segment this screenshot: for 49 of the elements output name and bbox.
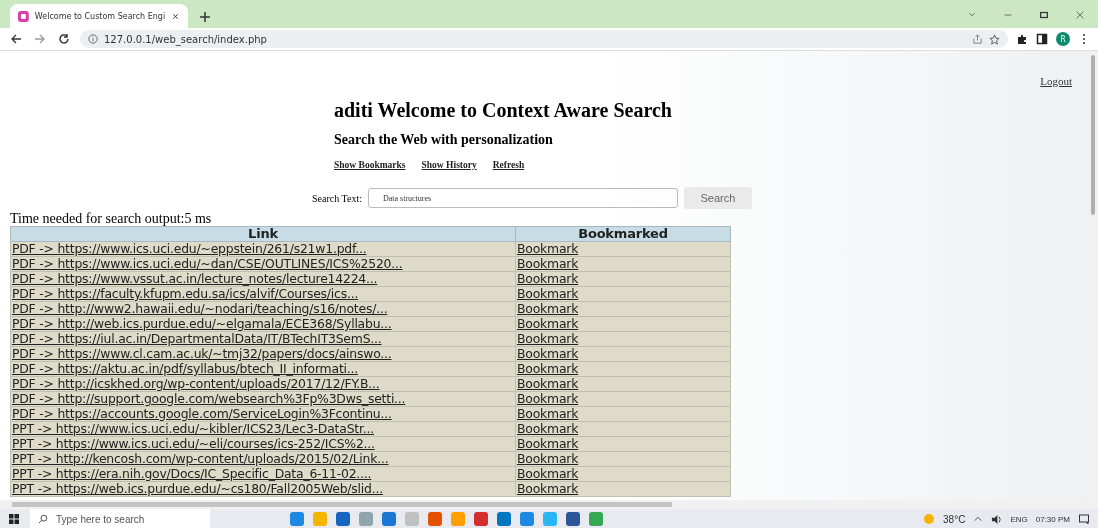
search-icon	[38, 514, 48, 524]
search-label: Search Text:	[312, 192, 362, 204]
taskbar-app-icon[interactable]	[520, 512, 534, 526]
nav-link[interactable]: Show Bookmarks	[334, 160, 406, 170]
sidebar-icon[interactable]	[1036, 33, 1048, 45]
notification-icon[interactable]	[1078, 513, 1090, 525]
speaker-icon[interactable]	[991, 513, 1003, 525]
taskbar-app-icon[interactable]	[566, 512, 580, 526]
column-header: Bookmarked	[515, 226, 731, 242]
close-icon[interactable]	[1075, 10, 1085, 20]
timing-text: Time needed for search output:5 ms	[10, 211, 213, 226]
share-icon[interactable]	[972, 33, 983, 45]
maximize-icon[interactable]	[1039, 10, 1049, 20]
page-subtitle: Search the Web with personalization	[334, 132, 553, 148]
site-icon	[18, 10, 29, 22]
logout-link[interactable]: Logout	[1040, 75, 1072, 87]
info-icon	[88, 34, 98, 44]
taskbar-app-icon[interactable]	[428, 512, 442, 526]
address-bar[interactable]: 127.0.0.1/web_search/index.php	[80, 30, 1008, 48]
taskbar-app-icon[interactable]	[497, 512, 511, 526]
column-header: Link	[10, 226, 516, 242]
browser-tab[interactable]: Welcome to Custom Search Engi	[10, 4, 188, 28]
chevron-up-icon[interactable]	[973, 514, 984, 524]
clock-time[interactable]: 07:30 PM	[1035, 514, 1070, 524]
taskbar-app-icon[interactable]	[474, 512, 488, 526]
taskbar-app-icon[interactable]	[589, 512, 603, 526]
taskbar-app-icon[interactable]	[290, 512, 304, 526]
weather-icon	[923, 513, 936, 525]
nav-link[interactable]: Refresh	[492, 160, 525, 170]
reload-icon[interactable]	[58, 33, 70, 45]
windows-start-icon[interactable]	[8, 513, 20, 525]
taskbar-app-icon[interactable]	[382, 512, 396, 526]
star-icon[interactable]	[989, 33, 1000, 45]
taskbar-app-icon[interactable]	[359, 512, 373, 526]
taskbar-search-field[interactable]: Type here to search	[30, 509, 210, 528]
language-indicator[interactable]: ENG	[1010, 514, 1028, 524]
forward-arrow-icon[interactable]	[34, 33, 46, 45]
profile-avatar[interactable]: R	[1056, 32, 1070, 46]
search-button[interactable]: Search	[683, 187, 752, 209]
horizontal-scrollbar[interactable]	[0, 500, 1098, 509]
taskbar-app-icon[interactable]	[336, 512, 350, 526]
puzzle-icon[interactable]	[1016, 33, 1028, 45]
close-icon[interactable]	[171, 11, 180, 21]
page-title: aditi Welcome to Context Aware Search	[334, 99, 672, 122]
back-arrow-icon[interactable]	[10, 33, 22, 45]
plus-icon[interactable]	[199, 11, 211, 23]
nav-link[interactable]: Show History	[421, 160, 477, 170]
temperature-text: 38°C	[943, 513, 966, 525]
search-field[interactable]: Data structures	[367, 188, 678, 208]
